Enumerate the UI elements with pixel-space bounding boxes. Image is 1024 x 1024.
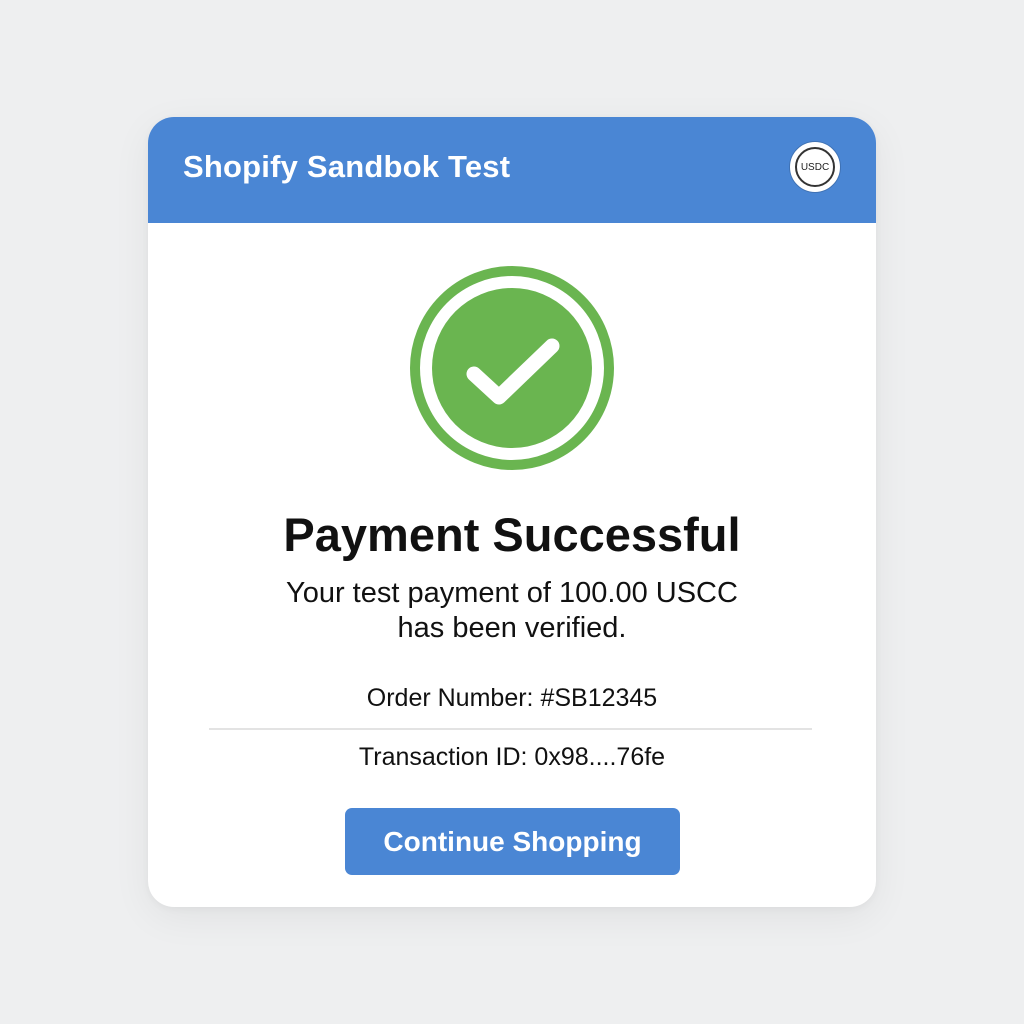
usdc-badge-label: USDC bbox=[795, 147, 835, 187]
payment-success-card: Shopify Sandbok Test USDC Payment Succes… bbox=[148, 117, 876, 907]
continue-shopping-button[interactable]: Continue Shopping bbox=[345, 808, 680, 875]
transaction-id: Transaction ID: 0x98....76fe bbox=[358, 743, 666, 771]
check-circle-icon bbox=[408, 264, 616, 472]
success-heading: Payment Successful bbox=[283, 508, 741, 561]
success-message-line-2: has been verified. bbox=[397, 612, 627, 644]
success-message: Your test payment of 100.00 USCC has bee… bbox=[148, 576, 876, 646]
divider bbox=[209, 728, 812, 730]
order-number: Order Number: #SB12345 bbox=[366, 684, 658, 712]
usdc-coin-icon: USDC bbox=[790, 142, 840, 192]
card-header: Shopify Sandbok Test USDC bbox=[148, 117, 876, 223]
success-message-line-1: Your test payment of 100.00 USCC bbox=[286, 577, 738, 609]
store-title: Shopify Sandbok Test bbox=[183, 149, 511, 184]
